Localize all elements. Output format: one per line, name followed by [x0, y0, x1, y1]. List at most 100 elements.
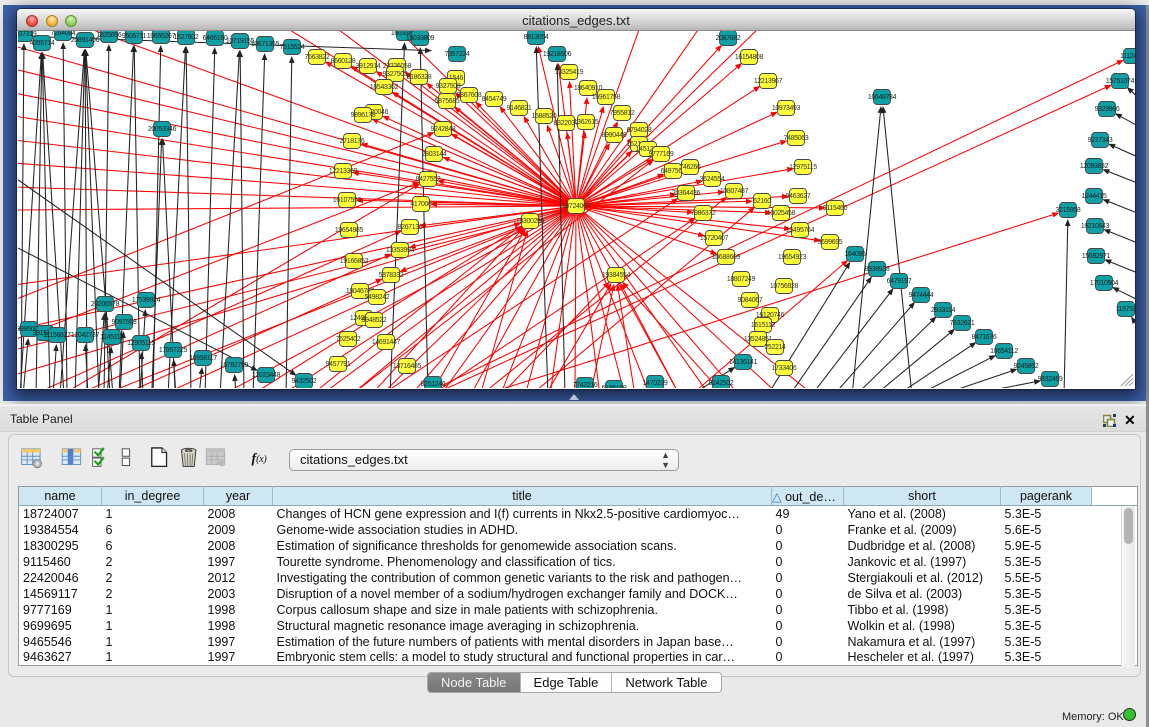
svg-text:12975115: 12975115 [789, 164, 817, 171]
svg-text:19384554: 19384554 [602, 272, 631, 279]
svg-text:7663822: 7663822 [305, 54, 330, 61]
svg-text:12042737: 12042737 [71, 332, 100, 339]
svg-text:9084067: 9084067 [738, 297, 763, 304]
svg-text:5498242: 5498242 [365, 294, 390, 301]
svg-text:16107553: 16107553 [333, 197, 362, 204]
svg-text:8938928: 8938928 [865, 266, 890, 273]
svg-text:9227343: 9227343 [1088, 137, 1113, 144]
svg-text:10655267: 10655267 [147, 33, 176, 40]
svg-text:10671355: 10671355 [251, 41, 280, 48]
svg-text:20206578: 20206578 [91, 301, 120, 308]
svg-text:7625402: 7625402 [336, 336, 361, 343]
svg-text:9948522: 9948522 [362, 317, 387, 324]
svg-text:16543362: 16543362 [370, 84, 399, 91]
svg-text:16033809: 16033809 [406, 35, 435, 42]
svg-text:10756928: 10756928 [770, 283, 799, 290]
svg-text:1588520: 1588520 [532, 113, 557, 120]
svg-text:17010504: 17010504 [1090, 280, 1119, 287]
svg-text:2718176: 2718176 [340, 138, 365, 145]
svg-text:6196169: 6196169 [602, 385, 627, 388]
svg-text:15720407: 15720407 [700, 235, 729, 242]
svg-text:16210643: 16210643 [1081, 223, 1110, 230]
svg-text:11156827: 11156827 [43, 332, 71, 339]
svg-text:12023448: 12023448 [252, 372, 281, 379]
svg-text:14691447: 14691447 [372, 339, 401, 346]
svg-text:3912914: 3912914 [356, 63, 381, 70]
svg-text:62160: 62160 [753, 198, 771, 205]
svg-text:20364436: 20364436 [672, 190, 701, 197]
svg-text:9097568: 9097568 [112, 319, 137, 326]
svg-text:2087682: 2087682 [716, 35, 741, 42]
svg-text:6466160: 6466160 [203, 35, 228, 42]
svg-text:7742216: 7742216 [573, 382, 598, 388]
svg-text:1145118: 1145118 [100, 334, 124, 341]
svg-text:4055714: 4055714 [30, 40, 55, 47]
svg-text:9146821: 9146821 [507, 105, 532, 112]
svg-text:9242848: 9242848 [431, 126, 456, 133]
svg-text:9329966: 9329966 [1095, 106, 1120, 113]
svg-text:8813054: 8813054 [524, 34, 549, 41]
svg-text:16961758: 16961758 [592, 94, 621, 101]
svg-text:13353994: 13353994 [386, 247, 415, 254]
svg-text:10807487: 10807487 [720, 188, 749, 195]
svg-text:18807249: 18807249 [727, 276, 756, 283]
svg-text:(x): (x) [256, 454, 267, 465]
svg-text:1112478: 1112478 [1120, 53, 1135, 60]
svg-text:7357224: 7357224 [445, 51, 470, 58]
svg-text:6794028: 6794028 [627, 127, 652, 134]
svg-text:9832469: 9832469 [1038, 376, 1063, 383]
svg-text:9896178: 9896178 [351, 112, 376, 119]
svg-text:13325419: 13325419 [555, 69, 584, 76]
svg-text:5875685: 5875685 [435, 98, 460, 105]
svg-text:1615112: 1615112 [751, 322, 776, 329]
svg-text:5878332: 5878332 [379, 272, 404, 279]
svg-text:8990448: 8990448 [602, 132, 627, 139]
svg-text:12905115: 12905115 [127, 340, 155, 347]
svg-text:9505711: 9505711 [122, 33, 147, 40]
svg-text:20891406: 20891406 [71, 37, 100, 44]
svg-text:15495764: 15495764 [786, 227, 815, 234]
svg-text:2867608: 2867608 [457, 92, 482, 99]
svg-text:16648784: 16648784 [868, 94, 897, 101]
svg-text:8471676: 8471676 [972, 334, 997, 341]
svg-text:8186328: 8186328 [407, 74, 432, 81]
svg-text:14136141: 14136141 [729, 359, 758, 366]
svg-text:1362615: 1362615 [574, 119, 599, 126]
svg-text:3624554: 3624554 [700, 176, 725, 183]
svg-text:3215958: 3215958 [1056, 207, 1081, 214]
svg-text:19654985: 19654985 [335, 227, 364, 234]
svg-text:116753: 116753 [1116, 306, 1135, 313]
svg-text:2803144: 2803144 [422, 151, 447, 158]
svg-text:17957225: 17957225 [159, 347, 188, 354]
svg-text:746266: 746266 [679, 164, 701, 171]
svg-text:1527602: 1527602 [174, 34, 199, 41]
svg-text:13716485: 13716485 [393, 363, 422, 370]
svg-text:9699695: 9699695 [818, 239, 843, 246]
svg-text:7515524: 7515524 [280, 44, 305, 51]
svg-text:164095: 164095 [844, 251, 866, 258]
svg-text:7986372: 7986372 [691, 210, 716, 217]
svg-text:19218506: 19218506 [543, 51, 572, 58]
svg-text:1244415: 1244415 [1082, 193, 1107, 200]
svg-text:19654923: 19654923 [778, 254, 807, 261]
svg-text:8660128: 8660128 [331, 58, 356, 65]
svg-text:9242502: 9242502 [709, 380, 734, 387]
svg-text:12213967: 12213967 [754, 78, 783, 85]
svg-text:10973493: 10973493 [772, 105, 801, 112]
svg-text:15692971: 15692971 [1082, 253, 1111, 260]
svg-text:19166852: 19166852 [340, 258, 369, 265]
svg-text:18300295: 18300295 [516, 218, 545, 225]
svg-text:1733406: 1733406 [772, 365, 797, 372]
svg-text:17539924: 17539924 [132, 297, 161, 304]
svg-text:16782759: 16782759 [220, 362, 249, 369]
svg-text:9327503: 9327503 [383, 71, 408, 78]
svg-text:15751074: 15751074 [1106, 78, 1135, 85]
svg-text:9457791: 9457791 [326, 361, 351, 368]
svg-text:10025458: 10025458 [767, 210, 796, 217]
svg-text:16154808: 16154808 [735, 54, 764, 61]
svg-text:10958117: 10958117 [189, 355, 217, 362]
svg-text:10654112: 10654112 [990, 348, 1018, 355]
svg-text:9245852: 9245852 [1014, 363, 1039, 370]
svg-text:9463627: 9463627 [786, 193, 811, 200]
svg-text:9432502: 9432502 [292, 378, 317, 385]
